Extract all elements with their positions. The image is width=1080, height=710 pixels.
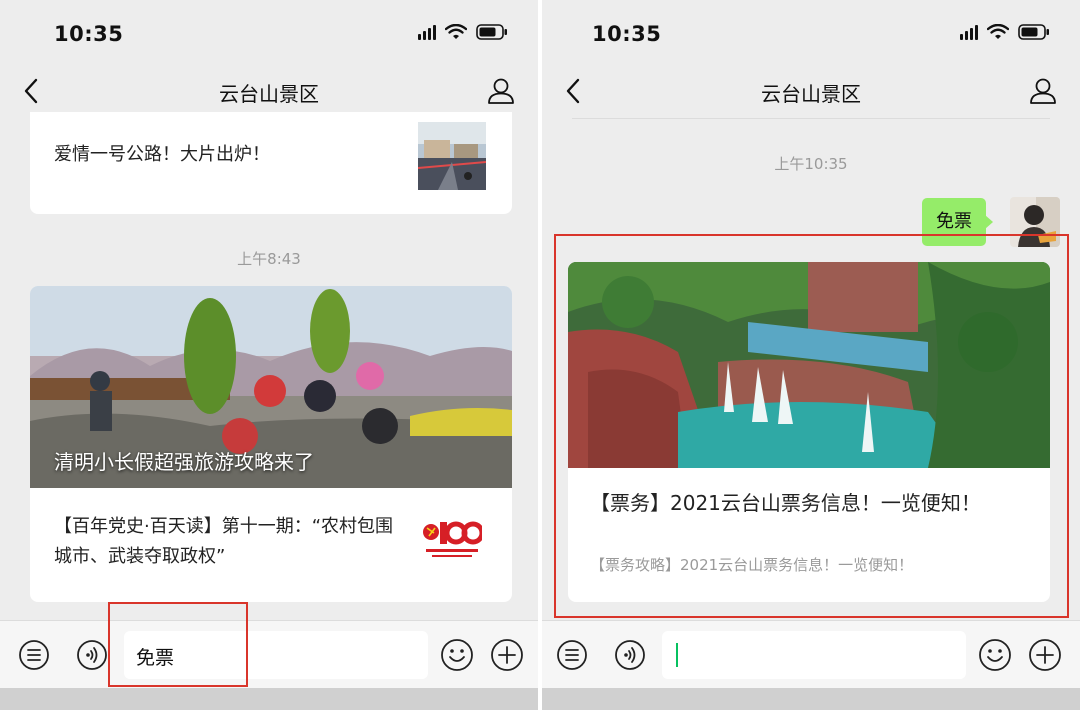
nav-bar: 云台山景区 — [542, 66, 1080, 118]
list-icon[interactable] — [556, 639, 588, 671]
status-bar: 10:35 — [0, 0, 538, 66]
reply-highlight-box — [554, 234, 1069, 618]
article-title: 【百年党史·百天读】第十一期：“农村包围城市、武装夺取政权” — [54, 516, 394, 567]
signal-icon — [960, 24, 978, 40]
article-card-top[interactable]: 爱情一号公路！大片出炉！ — [30, 112, 512, 214]
nav-bar: 云台山景区 — [0, 66, 538, 118]
voice-icon[interactable] — [614, 639, 646, 671]
message-input[interactable] — [662, 631, 966, 679]
profile-icon[interactable] — [486, 76, 516, 106]
text-cursor — [676, 643, 678, 667]
input-bar: 免票 — [0, 620, 538, 688]
divider — [572, 118, 1050, 119]
article-cover-caption: 清明小长假超强旅游攻略来了 — [54, 450, 314, 474]
timestamp: 上午10:35 — [774, 155, 848, 173]
centenary-logo-icon — [423, 521, 482, 557]
status-icons — [418, 24, 508, 40]
battery-icon — [1018, 24, 1049, 40]
signal-icon — [418, 24, 436, 40]
wifi-icon — [987, 24, 1009, 39]
plus-icon[interactable] — [1028, 638, 1062, 672]
emoji-icon[interactable] — [440, 638, 474, 672]
status-time: 10:35 — [592, 22, 662, 46]
timestamp: 上午8:43 — [237, 250, 301, 268]
article-thumbnail — [418, 122, 486, 190]
home-indicator-area — [542, 688, 1080, 710]
article-title: 爱情一号公路！大片出炉！ — [54, 144, 270, 165]
voice-icon[interactable] — [76, 639, 108, 671]
article-card[interactable]: 清明小长假超强旅游攻略来了 【百年党史·百天读】第十一期：“农村包围城市、武装夺… — [30, 286, 512, 602]
chat-title: 云台山景区 — [761, 82, 861, 106]
status-time: 10:35 — [54, 22, 124, 46]
battery-icon — [476, 24, 507, 40]
list-icon[interactable] — [18, 639, 50, 671]
input-bar — [542, 620, 1080, 688]
status-bar: 10:35 — [542, 0, 1080, 66]
profile-icon[interactable] — [1028, 76, 1058, 106]
left-chat-screen: 10:35 云台山景区 爱情一号公路！大片出炉！ 上午8:43 清明小长假超强旅… — [0, 0, 538, 710]
emoji-icon[interactable] — [978, 638, 1012, 672]
chat-title: 云台山景区 — [219, 82, 319, 106]
wifi-icon — [445, 24, 467, 39]
status-icons — [960, 24, 1050, 40]
home-indicator-area — [0, 688, 538, 710]
right-chat-screen: 10:35 云台山景区 上午10:35 免票 【票务】2021云台山票务信息！一… — [542, 0, 1080, 710]
input-highlight-box — [108, 602, 248, 687]
plus-icon[interactable] — [490, 638, 524, 672]
